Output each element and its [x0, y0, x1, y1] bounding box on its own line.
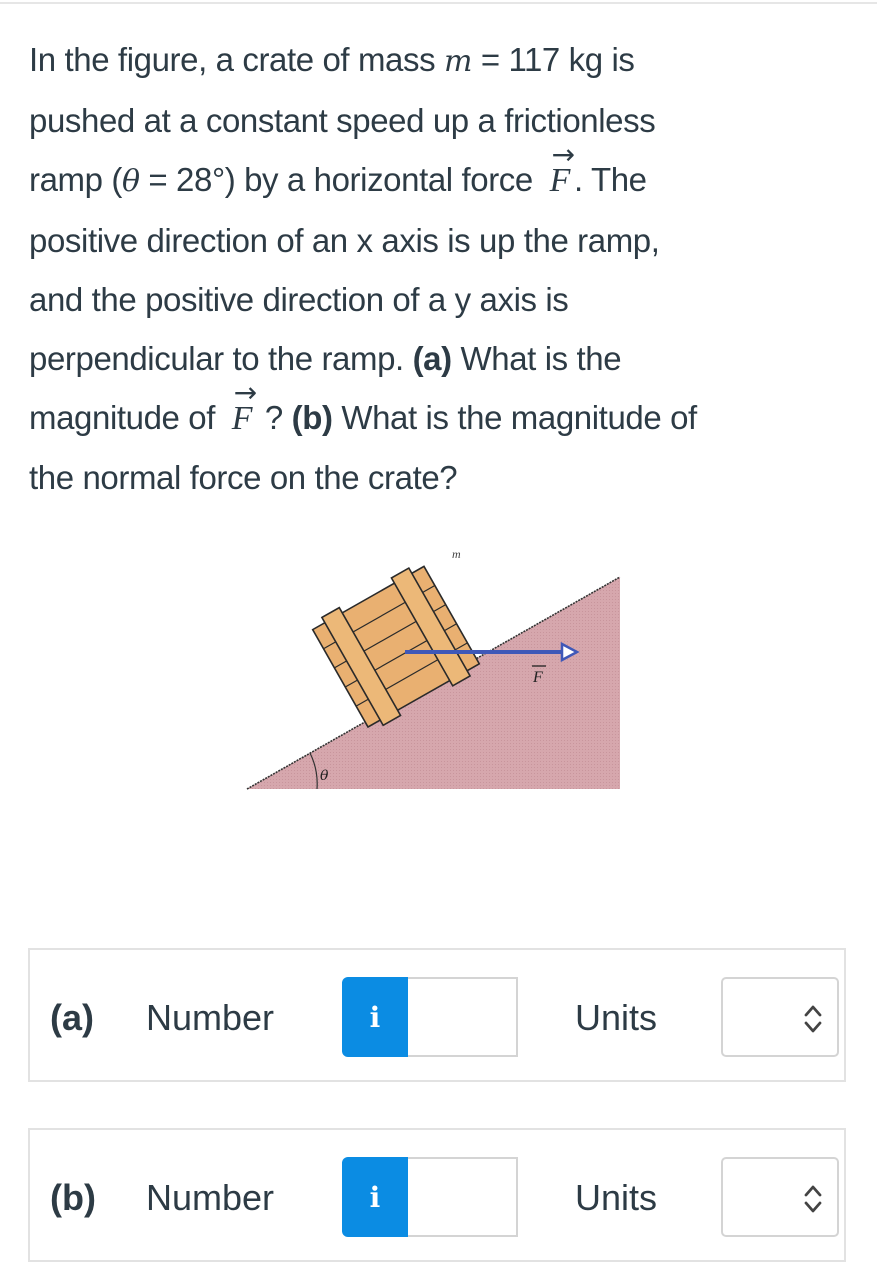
answer-row-b: (b) Number i Units	[28, 1128, 846, 1262]
units-label: Units	[575, 1177, 658, 1218]
answer-row-a: (a) Number i Units	[28, 948, 846, 1082]
info-icon: i	[369, 1180, 381, 1214]
force-vector-symbol-2: → F	[232, 376, 257, 448]
angle-label: θ	[320, 768, 329, 784]
question-line8: the normal force on the crate?	[29, 459, 458, 496]
up-down-chevron-icon	[804, 1005, 822, 1033]
vector-arrow-icon: →	[551, 138, 575, 171]
mass-symbol: m	[443, 44, 473, 79]
theta-symbol: θ	[121, 164, 140, 199]
units-select[interactable]	[721, 1157, 839, 1237]
up-down-chevron-icon	[804, 1185, 822, 1213]
info-button[interactable]: i	[342, 977, 408, 1057]
question-line7-mid: ?	[256, 399, 292, 436]
question-line3-pre: ramp (	[29, 161, 122, 198]
question-line1-post: = 117 kg is	[472, 41, 635, 78]
force-vector-symbol: → F	[550, 138, 575, 210]
number-label: Number	[146, 997, 275, 1038]
ramp-diagram: θ F m	[246, 547, 621, 790]
units-select[interactable]	[721, 977, 839, 1057]
question-line1-pre: In the figure, a crate of mass	[29, 41, 444, 78]
part-b-tag: (b)	[291, 399, 333, 436]
question-line3-mid: = 28°) by a horizontal force	[139, 161, 542, 198]
question-line7-pre: magnitude of	[29, 399, 224, 436]
question-line7-post: What is the magnitude of	[332, 399, 697, 436]
units-label: Units	[575, 997, 658, 1038]
ramp-figure: θ F m	[240, 530, 640, 800]
force-label: F	[532, 669, 543, 686]
question-line6-post: What is the	[451, 340, 622, 377]
vector-arrow-icon: →	[233, 376, 257, 409]
question-line6-pre: perpendicular to the ramp.	[29, 340, 413, 377]
part-label: (b)	[50, 1177, 96, 1218]
info-button[interactable]: i	[342, 1157, 408, 1237]
mass-label: m	[452, 547, 461, 561]
question-line3-post: . The	[574, 161, 647, 198]
info-icon: i	[369, 1000, 381, 1034]
part-label: (a)	[50, 997, 94, 1038]
question-text: In the figure, a crate of mass m = 117 k…	[29, 30, 849, 507]
number-input[interactable]	[408, 977, 518, 1057]
question-line5: and the positive direction of a y axis i…	[29, 281, 569, 318]
question-line4: positive direction of an x axis is up th…	[29, 222, 660, 259]
number-label: Number	[146, 1177, 275, 1218]
number-input[interactable]	[408, 1157, 518, 1237]
top-divider	[0, 2, 877, 4]
part-a-tag: (a)	[412, 340, 453, 377]
